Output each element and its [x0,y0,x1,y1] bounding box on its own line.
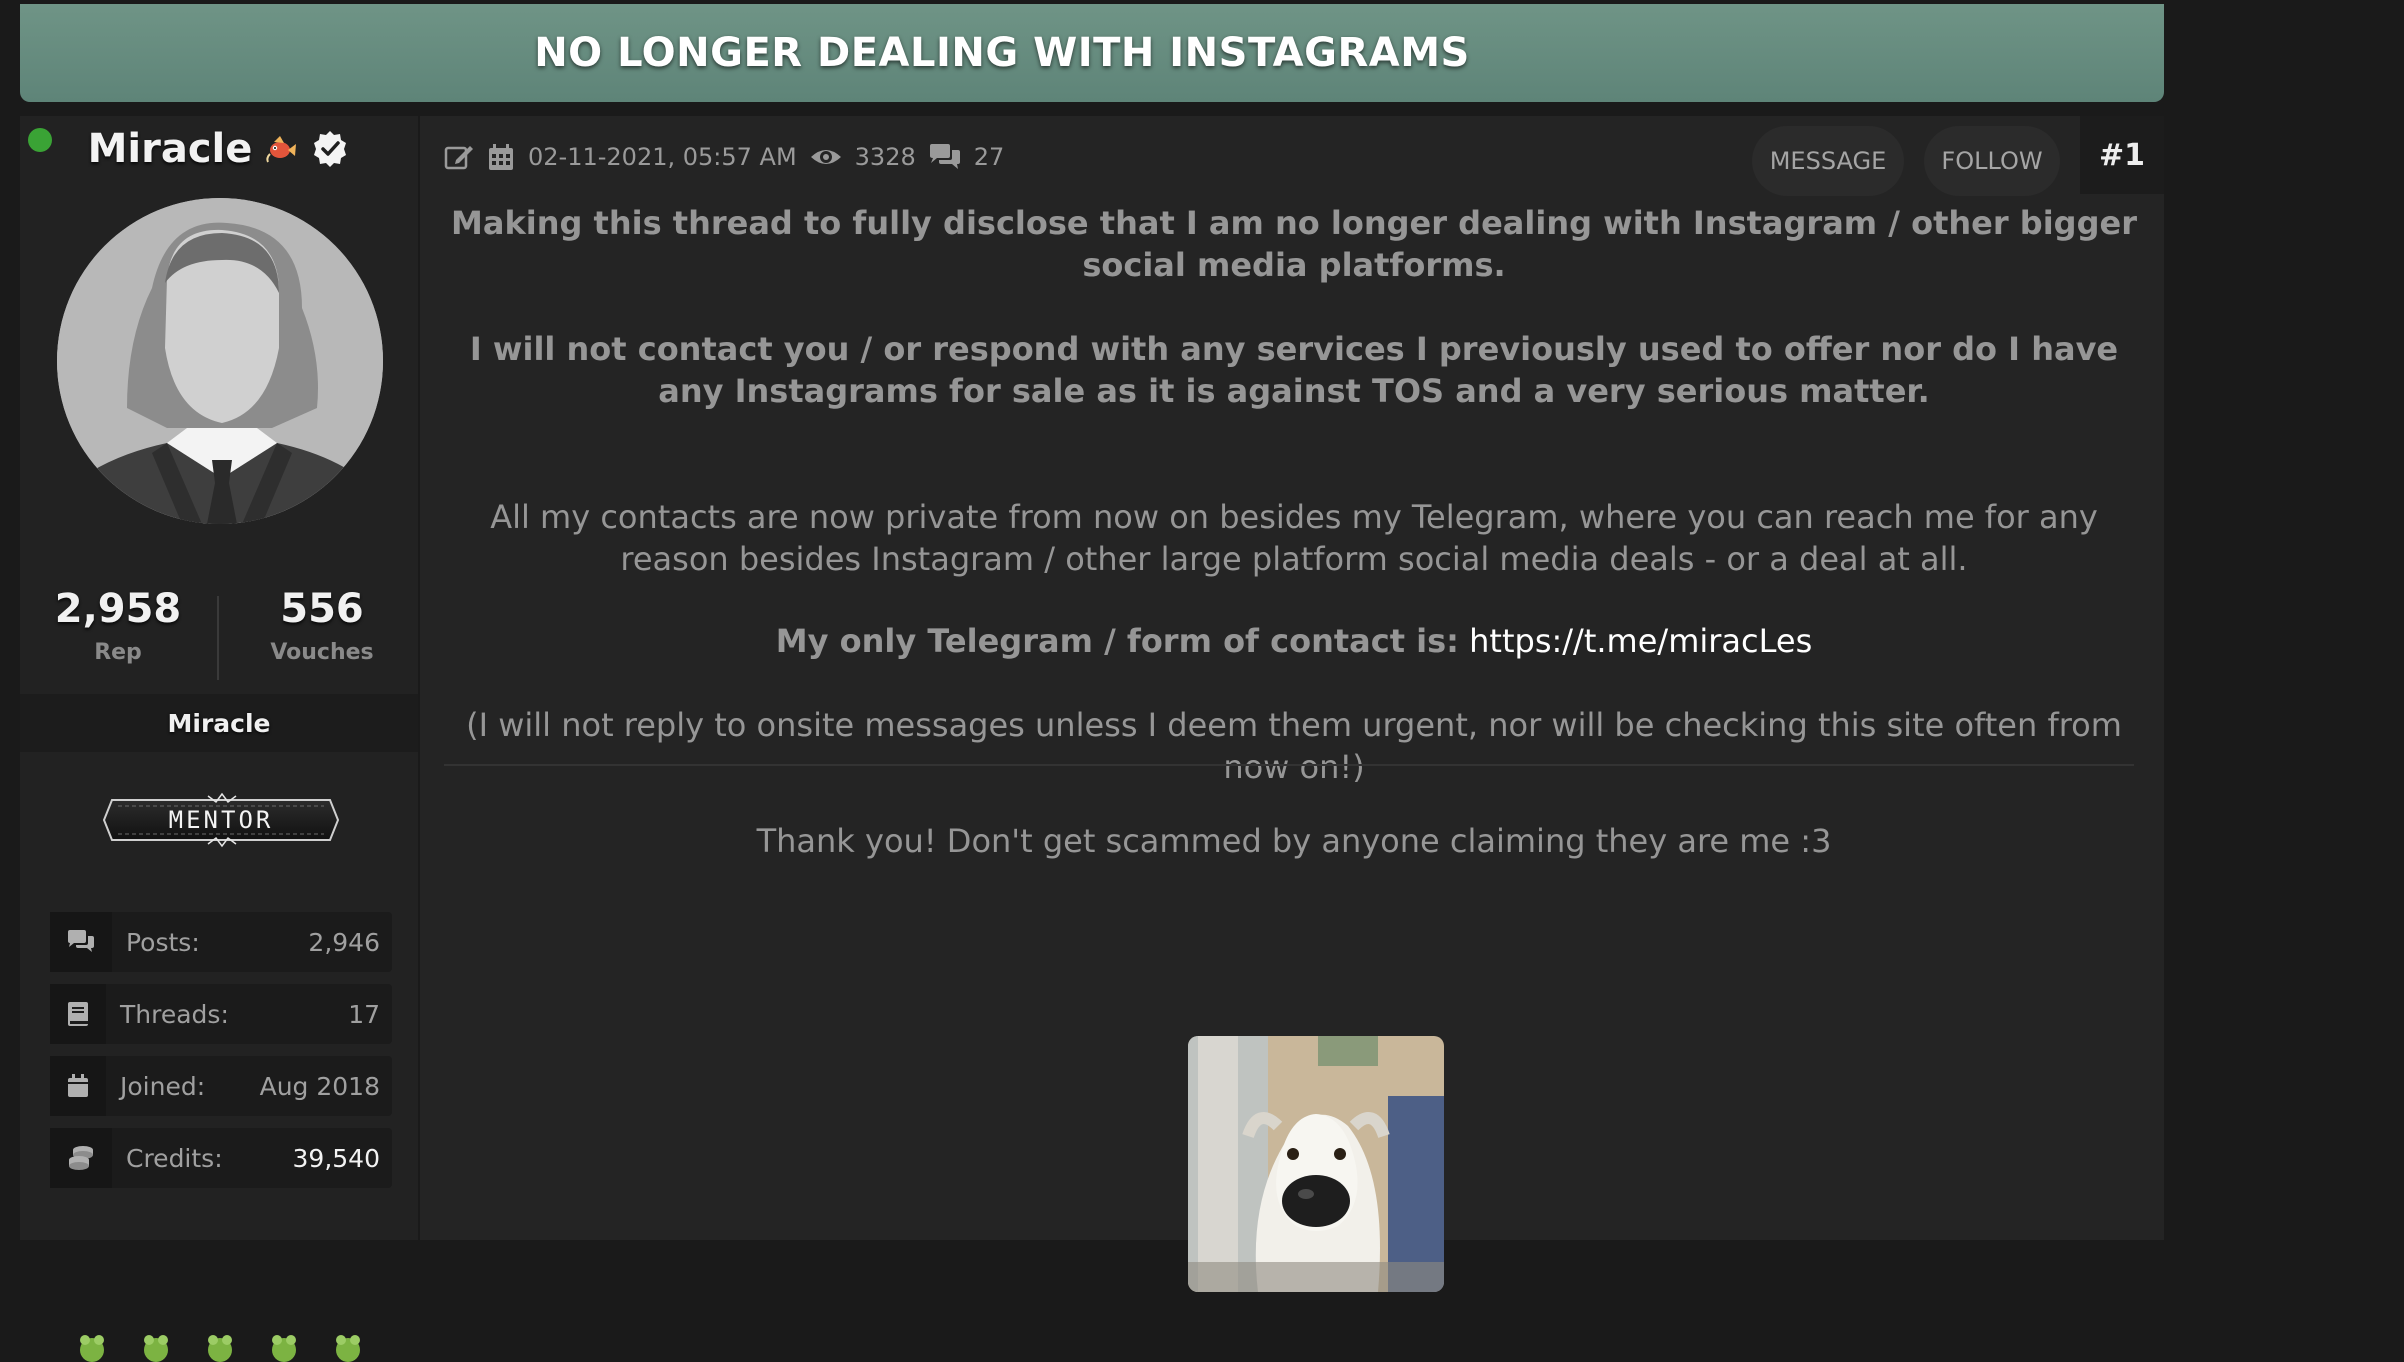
rep-value: 2,958 [54,586,182,632]
follow-button[interactable]: FOLLOW [1924,126,2060,196]
award-icon[interactable] [262,1332,306,1362]
info-row-credits: Credits: 39,540 [50,1128,392,1188]
award-strip [70,1332,390,1362]
book-icon [50,984,106,1044]
edit-icon[interactable] [444,142,474,172]
username-link[interactable]: Miracle [88,126,253,172]
posts-value[interactable]: 2,946 [308,928,380,957]
reply-count: 27 [973,143,1005,171]
message-button[interactable]: MESSAGE [1752,126,1904,196]
thread-title: NO LONGER DEALING WITH INSTAGRAMS [534,30,1470,76]
posts-label: Posts: [126,927,200,957]
contact-prefix: My only Telegram / form of contact is: [775,622,1459,660]
divider [444,764,2134,766]
user-stats: 2,958 Rep 556 Vouches [20,586,418,696]
mentor-rank-badge: MENTOR [102,792,340,848]
post-date: 02-11-2021, 05:57 AM [528,143,797,171]
award-icon[interactable] [70,1332,114,1362]
username-row: Miracle [20,124,418,174]
post-panel: 02-11-2021, 05:57 AM 3328 27 MESSAGE FOL… [420,116,2164,1292]
user-title: Miracle [167,708,271,738]
mentor-badge-text: MENTOR [169,806,274,834]
comments-icon [929,144,960,169]
post-meta: 02-11-2021, 05:57 AM 3328 27 [444,142,1004,172]
vouches-stat[interactable]: 556 Vouches [232,586,412,665]
vouches-value: 556 [280,586,364,632]
info-row-posts: Posts: 2,946 [50,912,392,972]
verified-icon [314,131,347,167]
telegram-link[interactable]: https://t.me/miracLes [1469,622,1812,660]
borzoi-dog-image[interactable] [1188,1036,1444,1292]
coins-icon [50,1128,112,1188]
contact-line: My only Telegram / form of contact is: h… [444,620,2144,662]
credits-value[interactable]: 39,540 [293,1144,380,1173]
credits-label: Credits: [126,1143,223,1173]
info-row-threads: Threads: 17 [50,984,392,1044]
user-sidebar: Miracle 2,958 Rep 556 Vouches Miracle ME… [20,116,418,1362]
post-paragraph: I will not contact you / or respond with… [469,330,2119,410]
info-row-joined: Joined: Aug 2018 [50,1056,392,1116]
stat-divider [217,596,219,680]
award-icon[interactable] [326,1332,370,1362]
view-count: 3328 [854,143,916,171]
rep-stat[interactable]: 2,958 Rep [28,586,208,665]
calendar-icon [489,144,513,170]
comments-icon [50,912,112,972]
eye-icon [810,150,841,164]
post-paragraph: Making this thread to fully disclose tha… [451,204,2137,284]
threads-label: Threads: [120,999,229,1029]
magikarp-icon [266,136,297,163]
joined-label: Joined: [120,1071,206,1101]
vouches-label: Vouches [270,640,374,665]
threads-value[interactable]: 17 [348,1000,380,1029]
joined-value: Aug 2018 [259,1071,380,1101]
post-paragraph: All my contacts are now private from now… [490,498,2098,578]
calendar-icon [50,1056,106,1116]
award-icon[interactable] [198,1332,242,1362]
post-paragraph: (I will not reply to onsite messages unl… [466,706,2122,786]
rep-label: Rep [94,640,142,665]
award-icon[interactable] [134,1332,178,1362]
thread-title-banner: NO LONGER DEALING WITH INSTAGRAMS [20,4,2164,102]
default-avatar-icon [57,198,383,524]
post-paragraph: Thank you! Don't get scammed by anyone c… [756,822,1832,860]
user-title-bar: Miracle [20,694,418,752]
post-number-link[interactable]: #1 [2080,116,2164,194]
user-avatar[interactable] [57,198,383,524]
